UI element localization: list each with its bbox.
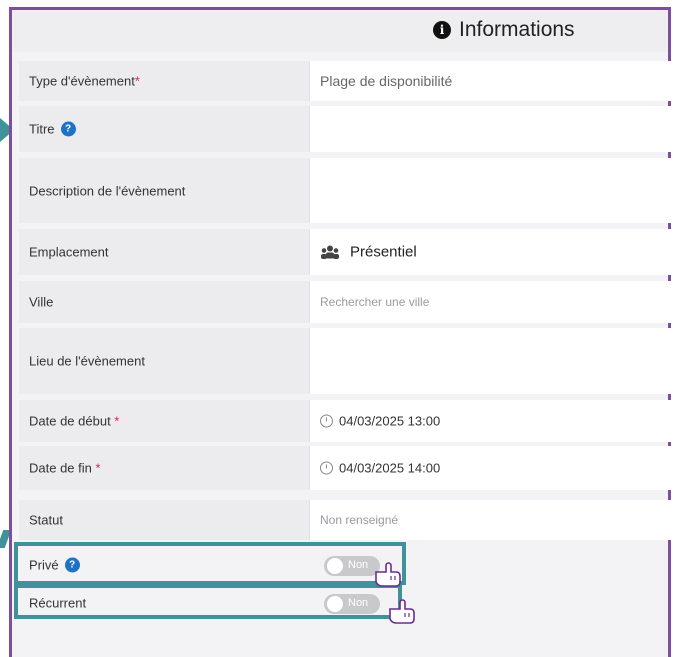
city-placeholder: Rechercher une ville — [320, 295, 430, 309]
start-date-picker[interactable]: 04/03/2025 13:00 — [309, 400, 671, 442]
clock-icon — [320, 414, 333, 428]
hand-cursor-icon — [389, 599, 415, 624]
label-description: Description de l'évènement — [29, 183, 186, 198]
people-icon — [321, 245, 339, 259]
label-end-date: Date de fin * — [29, 461, 101, 476]
label-title: Titre ? — [29, 121, 76, 137]
page-title: i Informations — [433, 18, 575, 42]
label-status: Statut — [29, 512, 63, 528]
label-start-date: Date de début * — [29, 414, 119, 429]
event-type-value: Plage de disponibilité — [320, 73, 453, 89]
event-type-select[interactable]: Plage de disponibilité — [309, 61, 671, 101]
highlight-private — [14, 542, 406, 585]
description-input[interactable] — [309, 158, 671, 223]
label-text: Titre — [29, 121, 55, 137]
required-marker: * — [134, 73, 140, 89]
row-status: Statut Non renseigné — [19, 500, 671, 540]
info-icon: i — [433, 21, 451, 39]
city-search-input[interactable]: Rechercher une ville — [309, 281, 671, 323]
row-city: Ville Rechercher une ville — [19, 281, 671, 323]
label-location-type: Emplacement — [29, 244, 109, 260]
end-date-text: 04/03/2025 14:00 — [339, 460, 441, 476]
end-date-value: 04/03/2025 14:00 — [320, 461, 440, 476]
panel-header: i Informations — [12, 10, 668, 52]
required-marker: * — [114, 413, 120, 429]
location-type-value: Présentiel — [320, 244, 417, 261]
title-input[interactable] — [309, 106, 671, 152]
venue-input[interactable] — [309, 328, 671, 394]
hand-cursor-icon — [375, 562, 401, 587]
label-text: Date de fin — [29, 460, 96, 476]
location-type-text: Présentiel — [350, 243, 417, 261]
help-icon[interactable]: ? — [60, 121, 76, 137]
row-description: Description de l'évènement — [19, 158, 671, 223]
row-location-type: Emplacement Présentiel — [19, 229, 671, 275]
row-end-date: Date de fin * 04/03/2025 14:00 — [19, 446, 671, 490]
label-city: Ville — [29, 294, 54, 310]
clock-icon — [320, 461, 333, 475]
status-placeholder: Non renseigné — [320, 513, 399, 527]
label-text: Date de début — [29, 413, 115, 429]
header-title-text: Informations — [459, 18, 575, 41]
status-select[interactable]: Non renseigné — [309, 500, 671, 540]
location-type-select[interactable]: Présentiel — [309, 229, 671, 275]
start-date-value: 04/03/2025 13:00 — [320, 414, 440, 429]
label-text: Type d'évènement — [29, 73, 135, 89]
row-start-date: Date de début * 04/03/2025 13:00 — [19, 400, 671, 442]
start-date-text: 04/03/2025 13:00 — [339, 413, 441, 429]
row-venue: Lieu de l'évènement — [19, 328, 671, 394]
label-event-type: Type d'évènement * — [29, 74, 140, 89]
row-title: Titre ? — [19, 106, 671, 152]
highlight-recurrent — [14, 584, 402, 619]
label-venue: Lieu de l'évènement — [29, 353, 145, 369]
end-date-picker[interactable]: 04/03/2025 14:00 — [309, 446, 671, 490]
row-event-type: Type d'évènement * Plage de disponibilité — [19, 61, 671, 101]
required-marker: * — [95, 460, 101, 476]
